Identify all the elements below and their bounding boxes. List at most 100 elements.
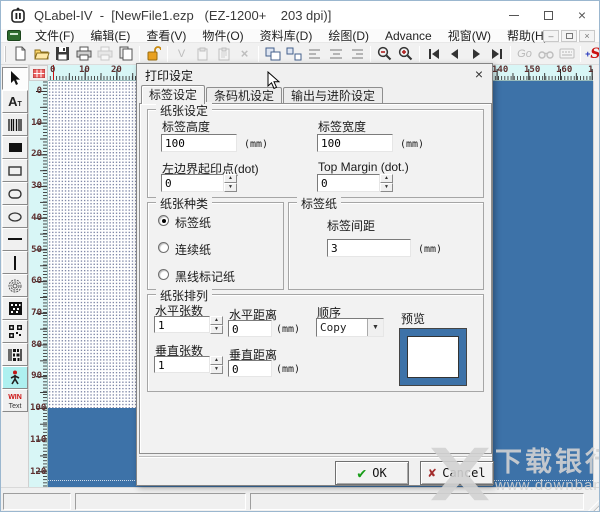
radio-label-paper[interactable] xyxy=(158,215,169,226)
vertical-gap-input[interactable]: 0 xyxy=(228,360,272,377)
align-center-button[interactable] xyxy=(325,44,346,64)
radio-black-mark-paper-text[interactable]: 黑线标记纸 xyxy=(175,268,235,285)
keyboard-button[interactable] xyxy=(556,44,577,64)
spin-up-icon[interactable]: ▲ xyxy=(210,356,223,365)
label-gap-label: 标签间距 xyxy=(327,217,375,234)
horizontal-count-spinner[interactable]: ▲▼ xyxy=(210,316,223,333)
tool-filled-rectangle[interactable] xyxy=(2,136,28,159)
cancel-button[interactable]: ✘ Cancel xyxy=(420,461,494,485)
menu-database[interactable]: 资料库(D) xyxy=(252,29,321,43)
tool-datamatrix[interactable] xyxy=(2,297,28,320)
spin-up-icon[interactable]: ▲ xyxy=(224,174,237,183)
menu-file[interactable]: 文件(F) xyxy=(27,29,82,43)
string-setup-button[interactable]: +S. xyxy=(584,44,600,64)
top-margin-input[interactable]: 0 xyxy=(317,174,380,192)
dialog-close-button[interactable]: × xyxy=(471,66,487,82)
tool-pdf417[interactable] xyxy=(2,343,28,366)
left-margin-spinner[interactable]: ▲▼ xyxy=(224,174,237,192)
delete-button[interactable]: × xyxy=(234,44,255,64)
minimize-button[interactable] xyxy=(497,1,531,29)
spin-down-icon[interactable]: ▼ xyxy=(210,365,223,374)
align-right-button[interactable] xyxy=(346,44,367,64)
align-left-button[interactable] xyxy=(304,44,325,64)
save-button[interactable] xyxy=(52,44,73,64)
go-button[interactable]: Go xyxy=(514,44,535,64)
mdi-minimize-button[interactable]: – xyxy=(543,30,559,42)
next-record-button[interactable] xyxy=(465,44,486,64)
spin-up-icon[interactable]: ▲ xyxy=(380,174,393,183)
group-button[interactable] xyxy=(262,44,283,64)
menu-draw[interactable]: 绘图(D) xyxy=(320,29,377,43)
radio-label-paper-text[interactable]: 标签纸 xyxy=(175,214,211,231)
vertical-count-spinner[interactable]: ▲▼ xyxy=(210,356,223,373)
menu-window[interactable]: 视窗(W) xyxy=(440,29,499,43)
radio-black-mark-paper[interactable] xyxy=(158,269,169,280)
maximize-button[interactable] xyxy=(531,1,565,29)
mdi-restore-button[interactable] xyxy=(561,30,577,42)
spin-down-icon[interactable]: ▼ xyxy=(224,183,237,192)
status-panel xyxy=(3,493,71,510)
print-button[interactable] xyxy=(73,44,94,64)
spin-down-icon[interactable]: ▼ xyxy=(380,183,393,192)
tool-ellipse[interactable] xyxy=(2,205,28,228)
horizontal-gap-input[interactable]: 0 xyxy=(228,320,272,337)
horizontal-count-input[interactable]: 1 xyxy=(154,316,210,333)
copy-button[interactable] xyxy=(115,44,136,64)
first-record-button[interactable] xyxy=(423,44,444,64)
label-gap-input[interactable]: 3 xyxy=(327,239,411,257)
radio-continuous-paper-text[interactable]: 连续纸 xyxy=(175,241,211,258)
left-margin-input[interactable]: 0 xyxy=(161,174,224,192)
dialog-title-bar[interactable]: 打印设定 × xyxy=(137,64,492,84)
vertical-scrollbar[interactable] xyxy=(593,81,600,487)
preview-label: 预览 xyxy=(401,310,425,327)
mdi-close-button[interactable]: × xyxy=(579,30,595,42)
last-record-button[interactable] xyxy=(486,44,507,64)
print-preview-icon xyxy=(97,46,113,61)
menu-advance[interactable]: Advance xyxy=(377,29,440,43)
spin-down-icon[interactable]: ▼ xyxy=(210,325,223,334)
tool-vertical-line[interactable] xyxy=(2,251,28,274)
tool-graphic[interactable] xyxy=(2,366,28,389)
tool-select[interactable] xyxy=(2,67,28,90)
tool-win-text[interactable]: WINText xyxy=(2,389,28,412)
ruler-origin-button[interactable] xyxy=(29,65,48,81)
unlock-button[interactable] xyxy=(143,44,164,64)
top-margin-spinner[interactable]: ▲▼ xyxy=(380,174,393,192)
vertical-count-input[interactable]: 1 xyxy=(154,356,210,373)
previous-record-button[interactable] xyxy=(444,44,465,64)
close-button[interactable]: × xyxy=(565,1,599,29)
tool-horizontal-line[interactable] xyxy=(2,228,28,251)
h-ruler-number: 160 xyxy=(556,65,572,75)
tool-barcode[interactable] xyxy=(2,113,28,136)
menu-object[interactable]: 物件(O) xyxy=(194,29,251,43)
tab-label-setup[interactable]: 标签设定 xyxy=(141,85,205,104)
order-combobox[interactable]: Copy ▼ xyxy=(316,318,384,337)
zoom-out-button[interactable] xyxy=(374,44,395,64)
tool-maxicode[interactable] xyxy=(2,274,28,297)
tab-output-advanced-setup[interactable]: 输出与进阶设定 xyxy=(283,87,383,104)
ok-button[interactable]: ✔ OK xyxy=(335,461,409,485)
resize-grip[interactable] xyxy=(587,499,600,512)
last-icon xyxy=(490,48,504,60)
clipboard-button[interactable] xyxy=(213,44,234,64)
paste-button[interactable] xyxy=(192,44,213,64)
label-height-input[interactable]: 100 xyxy=(161,134,237,152)
tool-qrcode[interactable] xyxy=(2,320,28,343)
label-width-input[interactable]: 100 xyxy=(317,134,393,152)
paste-v-button[interactable]: V xyxy=(171,44,192,64)
combo-dropdown-button[interactable]: ▼ xyxy=(367,319,383,336)
zoom-in-button[interactable] xyxy=(395,44,416,64)
tool-rounded-rectangle[interactable] xyxy=(2,182,28,205)
open-button[interactable] xyxy=(31,44,52,64)
menu-view[interactable]: 查看(V) xyxy=(138,29,194,43)
new-button[interactable] xyxy=(10,44,31,64)
tool-rectangle[interactable] xyxy=(2,159,28,182)
ungroup-button[interactable] xyxy=(283,44,304,64)
filled-rectangle-icon xyxy=(9,143,22,152)
tool-text[interactable]: AT xyxy=(2,90,28,113)
menu-edit[interactable]: 编辑(E) xyxy=(82,29,138,43)
print-preview-button[interactable] xyxy=(94,44,115,64)
radio-continuous-paper[interactable] xyxy=(158,242,169,253)
view-data-button[interactable] xyxy=(535,44,556,64)
spin-up-icon[interactable]: ▲ xyxy=(210,316,223,325)
